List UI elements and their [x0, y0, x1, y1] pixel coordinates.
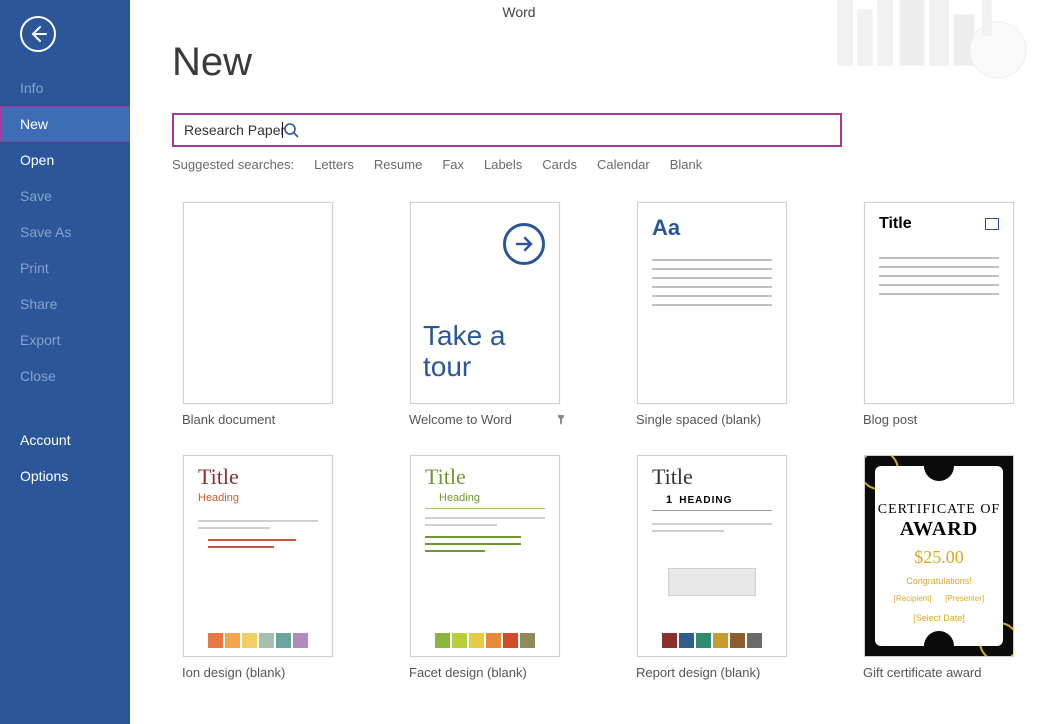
cert-price: $25.00	[875, 547, 1003, 568]
heading-text: 1 HEADING	[652, 490, 772, 511]
template-label: Blank document	[182, 412, 275, 427]
title-text: Title	[411, 456, 559, 490]
suggested-searches: Suggested searches: Letters Resume Fax Labe…	[172, 157, 1008, 172]
template-label: Facet design (blank)	[409, 665, 527, 680]
template-label: Gift certificate award	[863, 665, 982, 680]
cert-congrats: Congratulations!	[875, 576, 1003, 586]
template-grid: Blank document Take atour Welcome to Word A…	[172, 202, 1008, 698]
sidebar-item-save-as: Save As	[0, 214, 130, 250]
title-text: Title	[638, 456, 786, 490]
suggested-blank[interactable]: Blank	[670, 157, 703, 172]
template-blog-post: Title Blog post	[853, 202, 1025, 445]
sidebar-item-account[interactable]: Account	[0, 422, 130, 458]
template-blank-document: Blank document	[172, 202, 344, 445]
template-thumb[interactable]: Aa	[637, 202, 787, 404]
template-welcome-to-word: Take atour Welcome to Word	[399, 202, 571, 445]
template-thumb[interactable]: Title1 HEADING	[637, 455, 787, 657]
arrow-right-icon	[503, 223, 545, 265]
sidebar-item-options[interactable]: Options	[0, 458, 130, 494]
template-thumb[interactable]	[183, 202, 333, 404]
template-facet-design-blank-: TitleHeading Facet design (blank)	[399, 455, 571, 698]
cert-line1: CERTIFICATE OF	[875, 502, 1003, 518]
suggested-letters[interactable]: Letters	[314, 157, 354, 172]
sidebar-item-new[interactable]: New	[0, 106, 130, 142]
template-search[interactable]: Research Paper	[172, 113, 842, 147]
main-panel: New Research Paper Suggested searches: L…	[130, 0, 1038, 724]
sidebar-item-info: Info	[0, 70, 130, 106]
sidebar-item-export: Export	[0, 322, 130, 358]
template-thumb[interactable]: CERTIFICATE OFAWARD $25.00 Congratulations…	[864, 455, 1014, 657]
back-button[interactable]	[20, 16, 56, 52]
template-single-spaced-blank-: Aa Single spaced (blank)	[626, 202, 798, 445]
suggested-resume[interactable]: Resume	[374, 157, 422, 172]
heading-text: Heading	[425, 490, 545, 509]
template-thumb[interactable]: TitleHeading	[183, 455, 333, 657]
sidebar-item-open[interactable]: Open	[0, 142, 130, 178]
template-label: Report design (blank)	[636, 665, 760, 680]
sidebar-item-close: Close	[0, 358, 130, 394]
suggested-cards[interactable]: Cards	[542, 157, 577, 172]
suggested-fax[interactable]: Fax	[442, 157, 464, 172]
aa-icon: Aa	[638, 203, 786, 247]
template-thumb[interactable]: Take atour	[410, 202, 560, 404]
template-report-design-blank-: Title1 HEADING Report design (blank)	[626, 455, 798, 698]
suggested-calendar[interactable]: Calendar	[597, 157, 650, 172]
tour-text: Take atour	[423, 321, 506, 383]
template-label: Single spaced (blank)	[636, 412, 761, 427]
template-label: Blog post	[863, 412, 917, 427]
heading-text: Heading	[184, 490, 332, 512]
sidebar-item-share: Share	[0, 286, 130, 322]
template-thumb[interactable]: Title	[864, 202, 1014, 404]
template-label: Welcome to Word	[409, 412, 512, 427]
blog-title: Title	[879, 215, 999, 233]
suggested-label: Suggested searches:	[172, 157, 294, 172]
page-title: New	[172, 40, 1008, 85]
template-gift-certificate-award: CERTIFICATE OFAWARD $25.00 Congratulations…	[853, 455, 1025, 698]
window-icon	[985, 218, 999, 230]
back-arrow-icon	[28, 24, 48, 44]
template-thumb[interactable]: TitleHeading	[410, 455, 560, 657]
backstage-sidebar: InfoNewOpenSaveSave AsPrintShareExportCl…	[0, 0, 130, 724]
image-placeholder	[668, 568, 756, 596]
pin-icon[interactable]	[555, 414, 567, 426]
cert-date: [Select Date]	[875, 613, 1003, 623]
template-label: Ion design (blank)	[182, 665, 285, 680]
template-ion-design-blank-: TitleHeading Ion design (blank)	[172, 455, 344, 698]
sidebar-item-print: Print	[0, 250, 130, 286]
app-title: Word	[0, 4, 1038, 20]
cert-line2: AWARD	[875, 518, 1003, 541]
sidebar-item-save: Save	[0, 178, 130, 214]
suggested-labels[interactable]: Labels	[484, 157, 522, 172]
title-text: Title	[184, 456, 332, 490]
